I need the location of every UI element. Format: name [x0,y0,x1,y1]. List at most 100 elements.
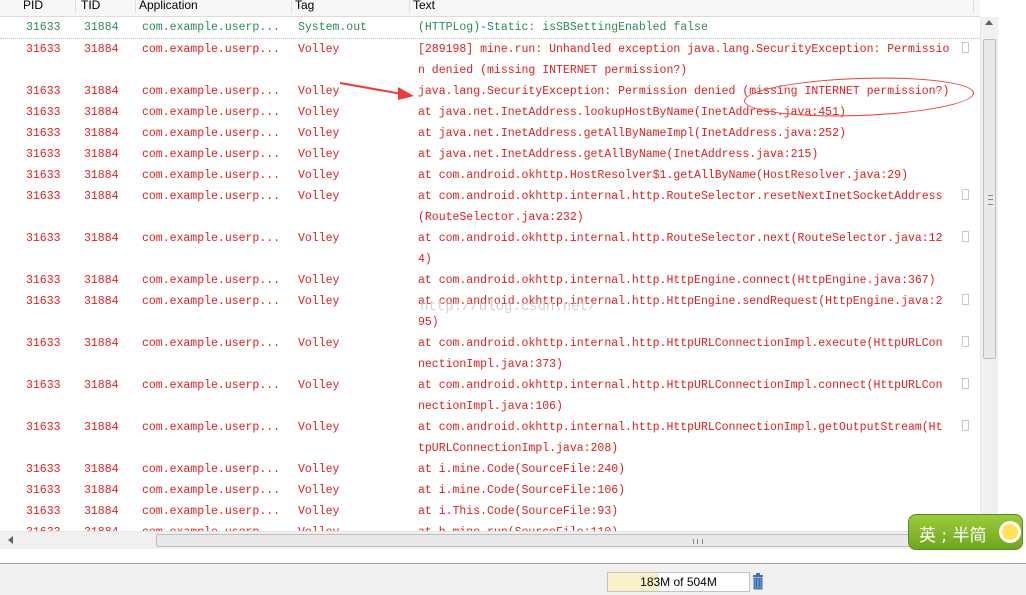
log-row-pid: 31633 [26,232,61,245]
log-row-application: com.example.userp... [142,232,281,245]
log-row-tag: Volley [298,190,340,203]
horizontal-scrollbar[interactable] [0,531,980,549]
wrap-indicator-icon [962,378,969,389]
log-row[interactable]: 31633 31884 com.example.userp... Volley at c… [0,165,980,186]
log-row-text: at com.android.okhttp.internal.http.Rout… [418,232,943,245]
log-row-application: com.example.userp... [142,85,281,98]
log-row-application: com.example.userp... [142,21,281,34]
vertical-scrollbar[interactable] [980,17,998,531]
log-row-tag: Volley [298,484,340,497]
log-row-tid: 31884 [84,505,119,518]
log-row-text: nectionImpl.java:106) [418,400,563,413]
log-row-application: com.example.userp... [142,484,281,497]
log-row[interactable]: 31633 31884 com.example.userp... Volley at c… [0,291,980,333]
log-row[interactable]: 31633 31884 com.example.userp... Volley at c… [0,333,980,375]
log-row-text: at h.mine.run(SourceFile:110) [418,522,960,531]
log-row[interactable]: 31633 31884 com.example.userp... Volley at i… [0,459,980,480]
log-row-application: com.example.userp... [142,169,281,182]
log-row-text: (RouteSelector.java:232) [418,211,584,224]
log-row-text: at com.android.okhttp.HostResolver$1.get… [418,169,908,182]
log-row[interactable]: 31633 31884 com.example.userp... Volley at j… [0,144,980,165]
log-row-tag: Volley [298,421,340,434]
horizontal-scroll-thumb[interactable] [156,534,921,547]
log-row-tag: Volley [298,85,340,98]
log-row-tid: 31884 [84,190,119,203]
log-row-tag: Volley [298,379,340,392]
wrap-indicator-icon [962,420,969,431]
wrap-indicator-icon [962,294,969,305]
logcat-panel: PID TID Application Tag Text 31633 31884 c… [0,0,1026,564]
log-row[interactable]: 31633 31884 com.example.userp... Volley at j… [0,123,980,144]
log-row-tag: Volley [298,295,340,308]
log-row[interactable]: 31633 31884 com.example.userp... Volley at c… [0,270,980,291]
log-row-application: com.example.userp... [142,505,281,518]
log-row-tid: 31884 [84,232,119,245]
log-row[interactable]: 31633 31884 com.example.userp... Volley at c… [0,417,980,459]
log-row-text: tpURLConnectionImpl.java:208) [418,442,619,455]
ime-label: 英 ; 半简 [919,526,987,546]
log-row-application: com.example.userp... [142,274,281,287]
log-row-tid: 31884 [84,295,119,308]
log-row-pid: 31633 [26,43,61,56]
log-row-application: com.example.userp... [142,337,281,350]
log-row[interactable]: 31633 31884 com.example.userp... Volley java… [0,81,980,102]
log-row-pid: 31633 [26,484,61,497]
log-row[interactable]: 31633 31884 com.example.userp... Volley at j… [0,102,980,123]
log-row[interactable]: 31633 31884 com.example.userp... Volley at i… [0,480,980,501]
log-row[interactable]: 31633 31884 com.example.userp... Volley at c… [0,228,980,270]
log-row-tid: 31884 [84,522,119,531]
log-row-tid: 31884 [84,484,119,497]
log-row-text: at com.android.okhttp.internal.http.Http… [418,295,943,308]
log-row-pid: 31633 [26,295,61,308]
log-row-tid: 31884 [84,379,119,392]
column-header-pid[interactable]: PID [20,0,76,13]
log-row-pid: 31633 [26,148,61,161]
log-row-tid: 31884 [84,43,119,56]
log-row-application: com.example.userp... [142,421,281,434]
log-row-tid: 31884 [84,127,119,140]
log-row-tag: Volley [298,43,340,56]
log-row-text: at java.net.InetAddress.getAllByNameImpl… [418,127,846,140]
log-row-tag: Volley [298,337,340,350]
ime-status-bar[interactable]: 英 ; 半简 [908,514,1023,550]
log-message-list[interactable]: 31633 31884 com.example.userp... System.out… [0,17,980,531]
trash-icon[interactable] [752,573,764,590]
column-header-application[interactable]: Application [136,0,292,13]
scroll-left-arrow-icon[interactable] [8,536,13,544]
log-row-text: [289198] mine.run: Unhandled exception j… [418,43,950,56]
red-arrow-annotation [339,82,414,100]
log-row-tid: 31884 [84,21,119,34]
log-row-text: at java.net.InetAddress.lookupHostByName… [418,106,846,119]
log-row-text: n denied (missing INTERNET permission?) [418,64,688,77]
log-row-tag: Volley [298,274,340,287]
log-row[interactable]: 31633 31884 com.example.userp... Volley at c… [0,375,980,417]
log-row-application: com.example.userp... [142,522,280,531]
log-row-application: com.example.userp... [142,127,281,140]
log-row-tag: Volley [298,463,340,476]
log-row-pid: 31633 [26,463,61,476]
log-row-pid: 31633 [26,337,61,350]
log-row-text: at com.android.okhttp.internal.http.Http… [418,379,943,392]
log-row-tid: 31884 [84,106,119,119]
log-row-pid: 31633 [26,421,61,434]
log-row[interactable]: 31633 31884 com.example.userp... Volley at h… [0,522,980,531]
log-row-tid: 31884 [84,421,119,434]
log-row-pid: 31633 [26,127,61,140]
log-row[interactable]: 31633 31884 com.example.userp... System.out… [0,17,980,39]
log-row-pid: 31633 [26,505,61,518]
column-header-tag[interactable]: Tag [292,0,410,13]
column-header-tid[interactable]: TID [78,0,136,13]
log-row[interactable]: 31633 31884 com.example.userp... Volley at c… [0,186,980,228]
log-row-application: com.example.userp... [142,190,281,203]
log-row-tag: Volley [298,106,340,119]
log-row-tag: Volley [298,169,340,182]
log-row[interactable]: 31633 31884 com.example.userp... Volley [289… [0,39,980,81]
log-row-pid: 31633 [26,85,61,98]
log-row-tid: 31884 [84,85,119,98]
log-row-application: com.example.userp... [142,463,281,476]
scroll-up-arrow-icon[interactable] [985,20,993,25]
wrap-indicator-icon [962,189,969,200]
vertical-scroll-thumb[interactable] [983,39,996,359]
column-header-text[interactable]: Text [410,0,974,13]
log-row[interactable]: 31633 31884 com.example.userp... Volley at i… [0,501,980,522]
